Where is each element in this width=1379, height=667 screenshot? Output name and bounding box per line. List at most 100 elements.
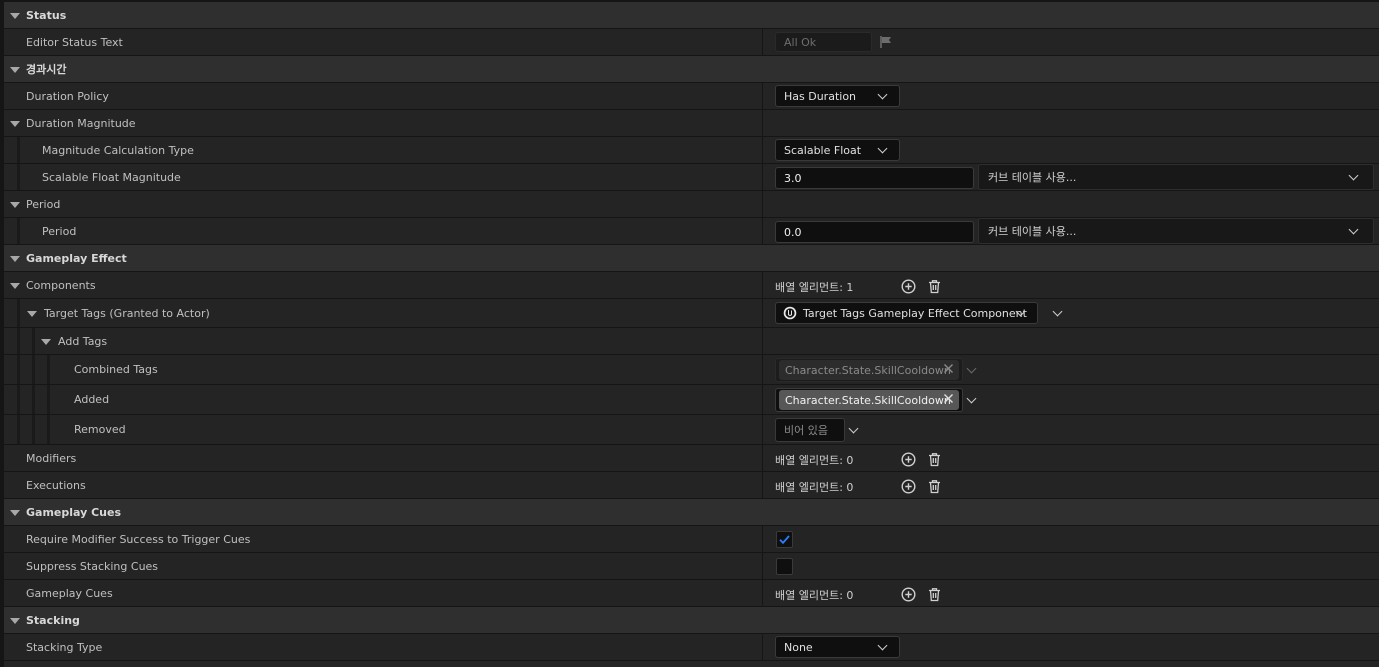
category-status[interactable]: Status [4, 2, 1379, 29]
dropdown-placeholder: 커브 테이블 사용... [988, 225, 1077, 238]
chevron-down-icon [1348, 170, 1359, 181]
dropdown-placeholder: 커브 테이블 사용... [988, 171, 1077, 184]
plus-circle-icon[interactable] [900, 278, 916, 294]
collapse-arrow-icon[interactable] [41, 339, 51, 345]
chevron-down-icon [877, 143, 888, 154]
row-require-modifier: Require Modifier Success to Trigger Cues [4, 526, 1379, 553]
dropdown-value: Has Duration [784, 89, 857, 103]
chevron-down-icon[interactable] [848, 423, 859, 434]
array-count: 배열 엘리먼트: 0 [775, 454, 854, 467]
row-duration-policy: Duration Policy Has Duration [4, 83, 1379, 110]
category-title: Gameplay Effect [26, 251, 127, 265]
array-count: 배열 엘리먼트: 1 [775, 281, 854, 294]
removed-tags-field[interactable]: 비어 있음 [775, 418, 845, 442]
category-stacking[interactable]: Stacking [4, 607, 1379, 634]
array-count: 배열 엘리먼트: 0 [775, 589, 854, 602]
collapse-arrow-icon[interactable] [10, 618, 20, 624]
row-editor-status: Editor Status Text All Ok [4, 29, 1379, 56]
close-icon [943, 363, 954, 377]
stacking-type-dropdown[interactable]: None [775, 636, 900, 658]
collapse-arrow-icon[interactable] [10, 67, 20, 73]
row-period: Period 0.0 커브 테이블 사용... [4, 218, 1379, 245]
row-modifiers: Modifiers 배열 엘리먼트: 0 [4, 445, 1379, 472]
curve-table-dropdown[interactable]: 커브 테이블 사용... [978, 164, 1374, 190]
tag-label: Character.State.SkillCooldown [785, 393, 951, 407]
collapse-arrow-icon[interactable] [27, 311, 37, 317]
array-count: 배열 엘리먼트: 0 [775, 481, 854, 494]
row-add-tags[interactable]: Add Tags [4, 328, 1379, 355]
dropdown-value: Scalable Float [784, 143, 862, 157]
property-label: Add Tags [58, 334, 108, 348]
trash-icon[interactable] [926, 586, 942, 602]
require-modifier-checkbox[interactable] [776, 531, 793, 548]
row-removed: Removed 비어 있음 [4, 415, 1379, 445]
property-label: Magnitude Calculation Type [42, 143, 194, 157]
editor-status-field: All Ok [775, 32, 872, 52]
row-suppress-stacking: Suppress Stacking Cues [4, 553, 1379, 580]
flag-icon[interactable] [878, 34, 894, 50]
period-input[interactable]: 0.0 [775, 221, 974, 243]
dropdown-value: None [784, 640, 813, 654]
row-stacking-type: Stacking Type None [4, 634, 1379, 661]
plus-circle-icon[interactable] [900, 586, 916, 602]
row-magnitude-calc: Magnitude Calculation Type Scalable Floa… [4, 137, 1379, 164]
property-group-label: Duration Magnitude [26, 116, 136, 130]
category-gameplay-cues[interactable]: Gameplay Cues [4, 499, 1379, 526]
checkmark-icon [779, 535, 790, 545]
collapse-arrow-icon[interactable] [10, 256, 20, 262]
property-label: Executions [26, 478, 86, 492]
property-label: Stacking Type [26, 640, 103, 654]
row-added: Added Character.State.SkillCooldown [4, 385, 1379, 415]
property-group-label: Period [26, 197, 61, 211]
component-class-dropdown[interactable]: Target Tags Gameplay Effect Component [775, 302, 1038, 324]
category-title: Status [26, 8, 67, 22]
collapse-arrow-icon[interactable] [10, 13, 20, 19]
collapse-arrow-icon[interactable] [10, 283, 20, 289]
property-label: Gameplay Cues [26, 586, 113, 600]
curve-table-dropdown[interactable]: 커브 테이블 사용... [978, 218, 1374, 244]
property-label: Scalable Float Magnitude [42, 170, 181, 184]
row-gameplay-cues: Gameplay Cues 배열 엘리먼트: 0 [4, 580, 1379, 607]
property-label: Added [74, 393, 110, 406]
dropdown-value: Target Tags Gameplay Effect Component [803, 306, 1027, 320]
category-title: 경과시간 [26, 63, 67, 76]
property-label: Require Modifier Success to Trigger Cues [26, 532, 251, 546]
chevron-down-icon [877, 89, 888, 100]
row-period-group[interactable]: Period [4, 191, 1379, 218]
collapse-arrow-icon[interactable] [10, 121, 20, 127]
trash-icon[interactable] [926, 451, 942, 467]
details-panel: Status Editor Status Text All Ok 경과시간 Du… [4, 2, 1379, 667]
plus-circle-icon[interactable] [900, 451, 916, 467]
property-label: Target Tags (Granted to Actor) [44, 306, 210, 320]
tag-chip: Character.State.SkillCooldown [779, 360, 959, 380]
property-label: Modifiers [26, 451, 77, 465]
collapse-arrow-icon[interactable] [10, 510, 20, 516]
row-scalable-float: Scalable Float Magnitude 3.0 커브 테이블 사용..… [4, 164, 1379, 191]
trash-icon[interactable] [926, 278, 942, 294]
suppress-stacking-checkbox[interactable] [776, 558, 793, 575]
row-executions: Executions 배열 엘리먼트: 0 [4, 472, 1379, 499]
plus-circle-icon[interactable] [900, 478, 916, 494]
tag-chip[interactable]: Character.State.SkillCooldown [779, 390, 959, 410]
chevron-down-icon[interactable] [966, 393, 977, 404]
property-label: Editor Status Text [26, 35, 123, 49]
property-label: Combined Tags [74, 363, 158, 376]
row-components[interactable]: Components 배열 엘리먼트: 1 [4, 272, 1379, 299]
property-label: Duration Policy [26, 89, 109, 103]
row-duration-magnitude[interactable]: Duration Magnitude [4, 110, 1379, 137]
category-gameplay-effect[interactable]: Gameplay Effect [4, 245, 1379, 272]
tag-label: Character.State.SkillCooldown [785, 363, 951, 377]
close-icon[interactable] [943, 393, 954, 407]
trash-icon[interactable] [926, 478, 942, 494]
collapse-arrow-icon[interactable] [10, 202, 20, 208]
chevron-down-icon[interactable] [1052, 306, 1063, 317]
row-target-tags[interactable]: Target Tags (Granted to Actor) Target Ta… [4, 299, 1379, 328]
duration-policy-dropdown[interactable]: Has Duration [775, 85, 900, 107]
category-title: Stacking [26, 613, 80, 627]
row-combined-tags: Combined Tags Character.State.SkillCoold… [4, 355, 1379, 385]
category-duration[interactable]: 경과시간 [4, 56, 1379, 83]
category-title: Gameplay Cues [26, 505, 122, 519]
magnitude-calc-dropdown[interactable]: Scalable Float [775, 139, 900, 161]
scalable-float-input[interactable]: 3.0 [775, 167, 974, 189]
chevron-down-icon [1348, 224, 1359, 235]
